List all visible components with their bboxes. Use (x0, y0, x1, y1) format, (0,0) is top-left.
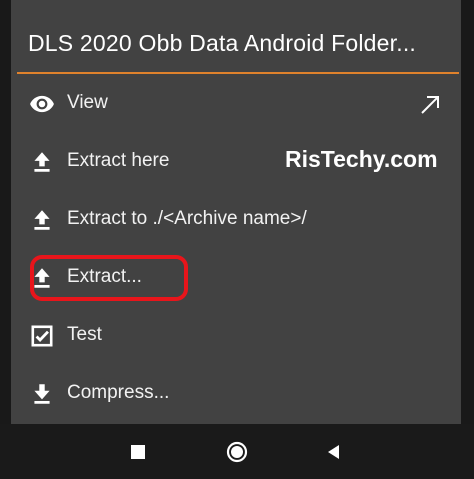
eye-icon (29, 91, 55, 117)
recents-square-icon[interactable] (126, 440, 150, 464)
menu-item-label: Extract here (67, 150, 170, 171)
watermark-text: RisTechy.com (285, 146, 438, 172)
menu-item-test[interactable]: Test (11, 307, 461, 365)
menu-item-label: View (67, 92, 108, 113)
title-divider (17, 72, 459, 74)
navigation-bar (0, 424, 474, 479)
screen: DLS 2020 Obb Data Android Folder... View… (0, 0, 474, 479)
upload-icon (29, 207, 55, 233)
back-triangle-icon[interactable] (322, 440, 346, 464)
dialog-title: DLS 2020 Obb Data Android Folder... (28, 30, 417, 56)
menu-item-extract-to-folder[interactable]: Extract to ./<Archive name>/ (11, 191, 461, 249)
home-circle-icon[interactable] (225, 440, 249, 464)
highlight-box (30, 255, 188, 301)
menu-item-label: Compress... (67, 382, 170, 403)
menu-item-view[interactable]: View (11, 75, 461, 133)
open-external-arrow-icon[interactable] (418, 93, 442, 117)
menu-item-compress[interactable]: Compress... (11, 365, 461, 423)
upload-icon (29, 149, 55, 175)
download-icon (29, 381, 55, 407)
menu-item-label: Extract to ./<Archive name>/ (67, 208, 307, 229)
checkbox-icon (29, 323, 55, 349)
archive-options-dialog: DLS 2020 Obb Data Android Folder... View… (11, 0, 461, 424)
menu-item-label: Test (67, 324, 102, 345)
